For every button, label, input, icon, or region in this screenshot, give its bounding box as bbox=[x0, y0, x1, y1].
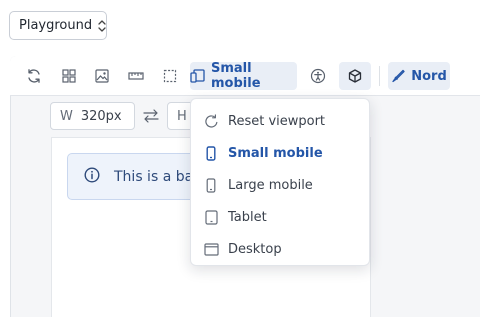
refresh-icon bbox=[26, 68, 42, 84]
story-select[interactable]: Playground bbox=[9, 11, 107, 40]
image-icon bbox=[95, 69, 109, 83]
theme-button-label: Nord bbox=[411, 68, 447, 84]
paintbrush-icon bbox=[391, 69, 405, 83]
width-input-value: 320px bbox=[80, 108, 122, 124]
addon-button[interactable] bbox=[339, 62, 371, 90]
menu-item-label: Desktop bbox=[228, 241, 282, 257]
menu-item-small-mobile[interactable]: Small mobile bbox=[191, 137, 369, 169]
menu-item-desktop[interactable]: Desktop bbox=[191, 233, 369, 265]
width-input-label: W bbox=[60, 108, 73, 124]
info-icon bbox=[84, 166, 100, 187]
grid-button[interactable] bbox=[56, 62, 82, 90]
menu-item-large-mobile[interactable]: Large mobile bbox=[191, 169, 369, 201]
reset-icon bbox=[203, 113, 219, 129]
tablet-icon bbox=[203, 209, 219, 225]
accessibility-icon bbox=[310, 68, 326, 84]
menu-item-label: Tablet bbox=[228, 209, 267, 225]
accessibility-button[interactable] bbox=[305, 62, 331, 90]
height-input-label: H bbox=[177, 108, 187, 124]
mobile-devices-icon bbox=[190, 69, 205, 83]
menu-item-tablet[interactable]: Tablet bbox=[191, 201, 369, 233]
ruler-icon bbox=[128, 69, 144, 83]
menu-item-label: Large mobile bbox=[228, 177, 313, 193]
info-alert: This is a basic alert bbox=[67, 153, 207, 200]
outline-icon bbox=[163, 69, 177, 83]
outline-button[interactable] bbox=[157, 62, 183, 90]
menu-item-label: Small mobile bbox=[228, 145, 323, 161]
viewport-button[interactable]: Small mobile bbox=[190, 61, 297, 91]
grid-icon bbox=[62, 69, 76, 83]
width-input[interactable]: W 320px bbox=[50, 102, 135, 130]
swap-dimensions-button[interactable] bbox=[142, 108, 160, 124]
viewport-menu: Reset viewport Small mobile Large mobile… bbox=[190, 98, 370, 266]
menu-item-reset-viewport[interactable]: Reset viewport bbox=[191, 105, 369, 137]
mobile-icon bbox=[203, 177, 219, 193]
chevron-up-down-icon bbox=[97, 19, 107, 33]
swap-icon bbox=[142, 109, 160, 128]
desktop-icon bbox=[203, 241, 219, 257]
toolbar-separator bbox=[379, 66, 380, 86]
measure-button[interactable] bbox=[123, 62, 149, 90]
mobile-icon bbox=[203, 145, 219, 161]
reload-button[interactable] bbox=[21, 62, 47, 90]
cube-icon bbox=[348, 69, 362, 83]
viewport-button-label: Small mobile bbox=[211, 61, 261, 91]
menu-item-label: Reset viewport bbox=[228, 113, 326, 129]
background-button[interactable] bbox=[89, 62, 115, 90]
theme-button[interactable]: Nord bbox=[388, 62, 450, 90]
story-select-value: Playground bbox=[19, 18, 93, 33]
